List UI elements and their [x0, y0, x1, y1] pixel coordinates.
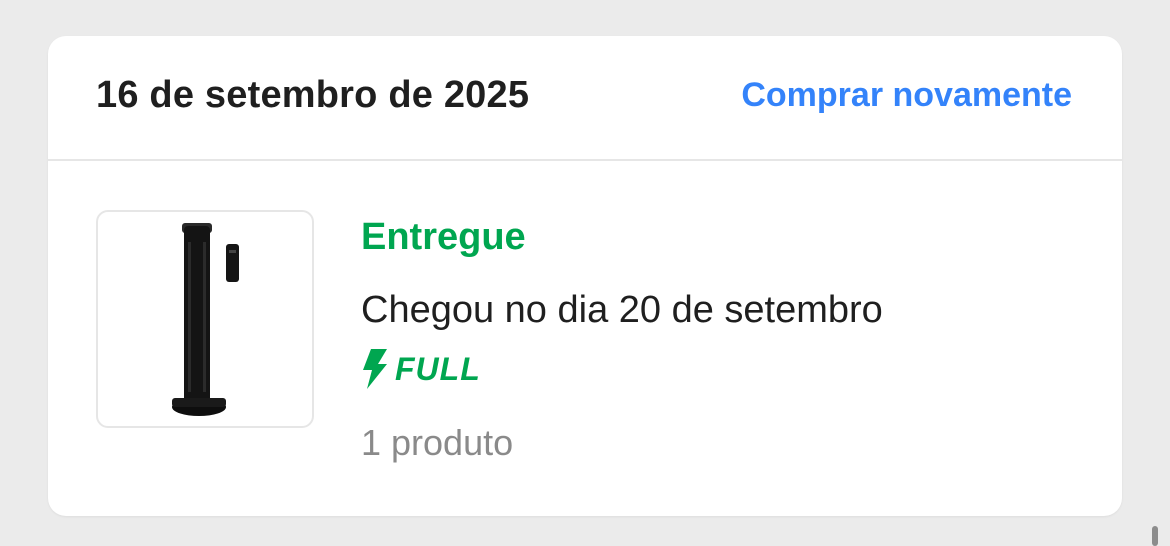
buy-again-link[interactable]: Comprar novamente: [741, 76, 1072, 115]
full-shipping-badge: FULL: [361, 348, 481, 390]
product-count: 1 produto: [361, 422, 514, 463]
product-thumbnail[interactable]: [96, 210, 314, 428]
order-card-header: 16 de setembro de 2025 Comprar novamente: [48, 36, 1122, 161]
tower-fan-image: [172, 223, 239, 416]
order-card[interactable]: 16 de setembro de 2025 Comprar novamente…: [48, 36, 1122, 516]
scrollbar-handle[interactable]: [1152, 526, 1158, 546]
order-status: Entregue: [361, 216, 526, 258]
full-badge-label: FULL: [395, 350, 481, 387]
lightning-bolt-icon: [363, 349, 387, 389]
arrival-date-text: Chegou no dia 20 de setembro: [361, 289, 883, 331]
order-date: 16 de setembro de 2025: [96, 74, 530, 116]
